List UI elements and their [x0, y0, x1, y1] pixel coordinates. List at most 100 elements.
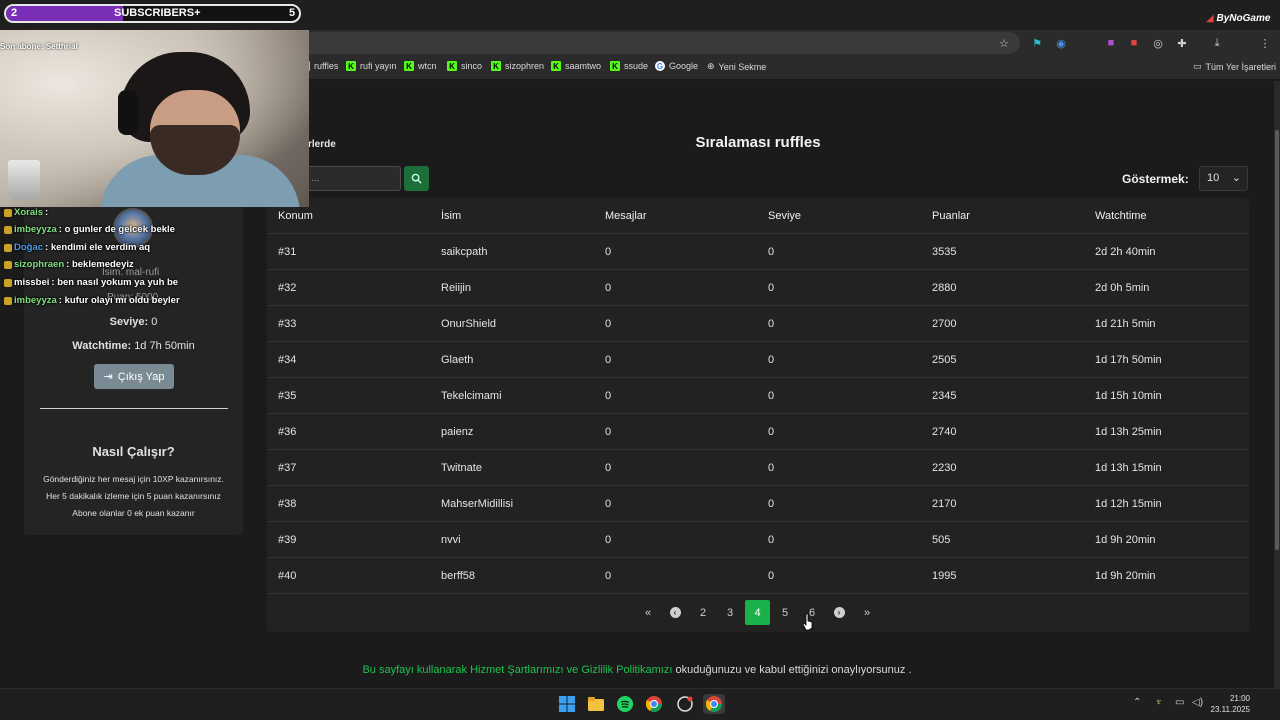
table-cell: Tekelcimami	[441, 390, 502, 402]
bookmark-item[interactable]: G Google	[655, 61, 698, 71]
menu-icon[interactable]: ⋮	[1258, 36, 1272, 50]
table-row: #38 MahserMidillisi 0 0 2170 1d 12h 15min	[267, 486, 1249, 522]
table-row: #37 Twitnate 0 0 2230 1d 13h 15min	[267, 450, 1249, 486]
table-cell: 2345	[932, 390, 957, 402]
logout-button[interactable]: ⇥ Çıkış Yap	[94, 364, 174, 389]
table-cell: 0	[768, 570, 775, 582]
extension-icon[interactable]: ◎	[1151, 36, 1165, 50]
table-cell: 3535	[932, 246, 957, 258]
pagination-page-current[interactable]: 4	[745, 600, 770, 625]
table-cell: 0	[768, 534, 775, 546]
bookmark-item[interactable]: Ksaamtwo	[551, 61, 601, 71]
app-icon[interactable]	[675, 694, 695, 714]
file-explorer-icon[interactable]	[586, 694, 606, 714]
column-header[interactable]: Mesajlar	[605, 198, 647, 234]
terms-link[interactable]: Hizmet Şartlarımızı	[470, 664, 564, 676]
how-it-works-title: Nasıl Çalışır?	[92, 444, 175, 459]
chat-message: Xorais:	[4, 207, 48, 218]
table-cell: 2d 2h 40min	[1095, 246, 1156, 258]
table-cell: 1d 9h 20min	[1095, 570, 1156, 582]
cup-icon	[8, 160, 40, 200]
download-icon[interactable]: ⤓	[1210, 36, 1224, 50]
table-cell: 0	[768, 426, 775, 438]
system-clock[interactable]: 21:00 23.11.2025	[1206, 693, 1250, 715]
how-it-works-line: Gönderdiğiniz her mesaj için 10XP kazanı…	[43, 474, 224, 484]
table-cell: #37	[278, 462, 297, 474]
bookmark-item[interactable]: ⊕ Yeni Sekme	[707, 61, 766, 72]
chat-username: imbeyyza	[14, 224, 57, 235]
table-cell: 0	[605, 462, 612, 474]
chat-badge-icon	[4, 296, 12, 305]
table-cell: 505	[932, 534, 951, 546]
column-header[interactable]: Seviye	[768, 198, 801, 234]
bookmark-item[interactable]: Kwtcn	[404, 61, 437, 71]
chevron-up-icon[interactable]: ⌃	[1133, 697, 1141, 708]
page-title: Sıralaması ruffles	[695, 134, 821, 151]
table-cell: 1d 17h 50min	[1095, 354, 1162, 366]
webcam-overlay	[0, 30, 309, 207]
privacy-link[interactable]: Gizlilik Politikamızı	[581, 664, 672, 676]
table-cell: 1d 15h 10min	[1095, 390, 1162, 402]
bookmark-item[interactable]: Krufi yayın	[346, 61, 397, 71]
column-header[interactable]: Puanlar	[932, 198, 970, 234]
pagination-prev[interactable]: ‹	[666, 600, 684, 625]
extension-icon[interactable]: ■	[1127, 36, 1141, 50]
extension-icon[interactable]: ■	[1104, 36, 1118, 50]
footer-terms: Bu sayfayı kullanarak Hizmet Şartlarımız…	[0, 664, 1274, 676]
spotify-icon[interactable]	[615, 694, 635, 714]
extension-icon[interactable]: ⚑	[1030, 36, 1044, 50]
table-cell: 1d 13h 25min	[1095, 426, 1162, 438]
table-cell: berff58	[441, 570, 476, 582]
table-cell: #40	[278, 570, 297, 582]
table-cell: #38	[278, 498, 297, 510]
table-cell: nvvi	[441, 534, 461, 546]
sidebar-heading: rlerde	[308, 139, 336, 150]
bookmark-item[interactable]: Ksinco	[447, 61, 482, 71]
bookmark-item[interactable]: Ksizophren	[491, 61, 544, 71]
kick-icon: K	[346, 61, 356, 71]
pagination-first[interactable]: «	[639, 600, 657, 625]
pagination-page[interactable]: 5	[773, 600, 797, 625]
chat-text: : o gunler de gelcek bekle	[58, 224, 175, 235]
chat-badge-icon	[4, 243, 12, 252]
chrome-icon[interactable]	[703, 694, 725, 714]
address-bar[interactable]	[300, 32, 1020, 54]
table-cell: saikcpath	[441, 246, 488, 258]
chrome-icon[interactable]	[644, 694, 664, 714]
volume-icon[interactable]: ◁)	[1192, 697, 1203, 708]
table-row: #34 Glaeth 0 0 2505 1d 17h 50min	[267, 342, 1249, 378]
chat-text: : kendimi ele verdim aq	[45, 242, 151, 253]
column-header[interactable]: Watchtime	[1095, 198, 1147, 234]
star-icon[interactable]: ☆	[997, 36, 1011, 50]
network-icon[interactable]: ▭	[1175, 697, 1184, 708]
extension-icon[interactable]: ◉	[1054, 36, 1068, 50]
table-cell: 0	[605, 534, 612, 546]
kick-icon: K	[404, 61, 414, 71]
chat-username: imbeyyza	[14, 295, 57, 306]
subscribers-label: SUBSCRIBERS+	[114, 7, 201, 19]
last-subscriber-text: Son abone: Setthrial	[0, 42, 78, 51]
search-input[interactable]: ...	[300, 166, 401, 191]
table-cell: 2700	[932, 318, 957, 330]
pagination-page[interactable]: 2	[691, 600, 715, 625]
table-cell: Reiijin	[441, 282, 471, 294]
pagination-page[interactable]: 3	[718, 600, 742, 625]
scrollbar-thumb[interactable]	[1275, 130, 1279, 550]
table-cell: #34	[278, 354, 297, 366]
microphone-icon[interactable]: ♆	[1155, 697, 1163, 708]
how-it-works-line: Abone olanlar 0 ek puan kazanır	[72, 508, 195, 518]
windows-start-icon[interactable]	[557, 694, 577, 714]
table-cell: 2740	[932, 426, 957, 438]
column-header[interactable]: İsim	[441, 198, 461, 234]
search-button[interactable]	[404, 166, 429, 191]
bookmark-item[interactable]: Kssude	[610, 61, 648, 71]
page-size-select[interactable]: 10 ⌄	[1199, 166, 1248, 191]
chat-text: : beklemedeyiz	[66, 259, 134, 270]
pagination-next[interactable]: ›	[830, 600, 848, 625]
chat-username: sizophraen	[14, 259, 65, 270]
pagination-last[interactable]: »	[858, 600, 876, 625]
puzzle-icon[interactable]: ✚	[1175, 36, 1189, 50]
table-row: #39 nvvi 0 0 505 1d 9h 20min	[267, 522, 1249, 558]
all-bookmarks[interactable]: ▭ Tüm Yer İşaretleri	[1193, 61, 1276, 72]
chat-message: missbei: ben nasıl yokum ya yuh be	[4, 277, 178, 288]
